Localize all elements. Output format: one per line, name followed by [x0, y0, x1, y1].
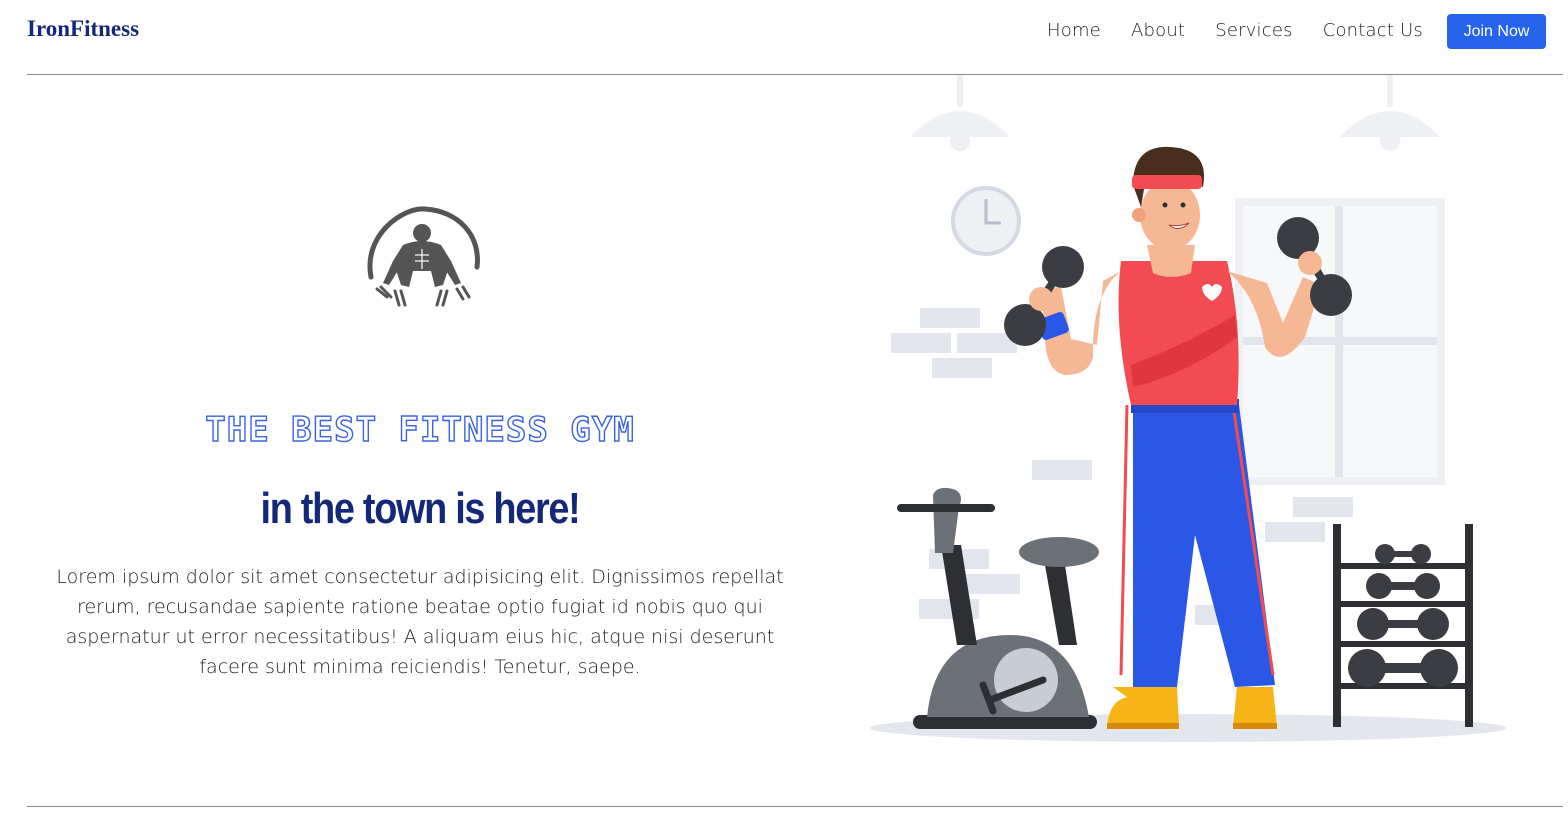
man-lifting-dumbbells-illustration [870, 75, 1506, 742]
nav-link-home[interactable]: Home [1047, 20, 1101, 41]
nav-link-contact[interactable]: Contact Us [1323, 20, 1423, 41]
nav-link-services[interactable]: Services [1215, 20, 1293, 41]
hero-description: Lorem ipsum dolor sit amet consectetur a… [56, 566, 784, 678]
join-now-button[interactable]: Join Now [1447, 14, 1546, 49]
hero-subheadline: in the town is here! [260, 484, 580, 533]
nav-menu: Home About Services Contact Us [1047, 20, 1453, 41]
top-navbar: IronFitness Home About Services Contact … [0, 0, 1568, 74]
hero-headline: THE BEST FITNESS GYM [205, 409, 635, 450]
bodybuilder-logo-icon [367, 206, 480, 307]
footer-divider [27, 806, 1563, 807]
brand-logo-text[interactable]: IronFitness [27, 16, 139, 42]
nav-link-about[interactable]: About [1131, 20, 1185, 41]
